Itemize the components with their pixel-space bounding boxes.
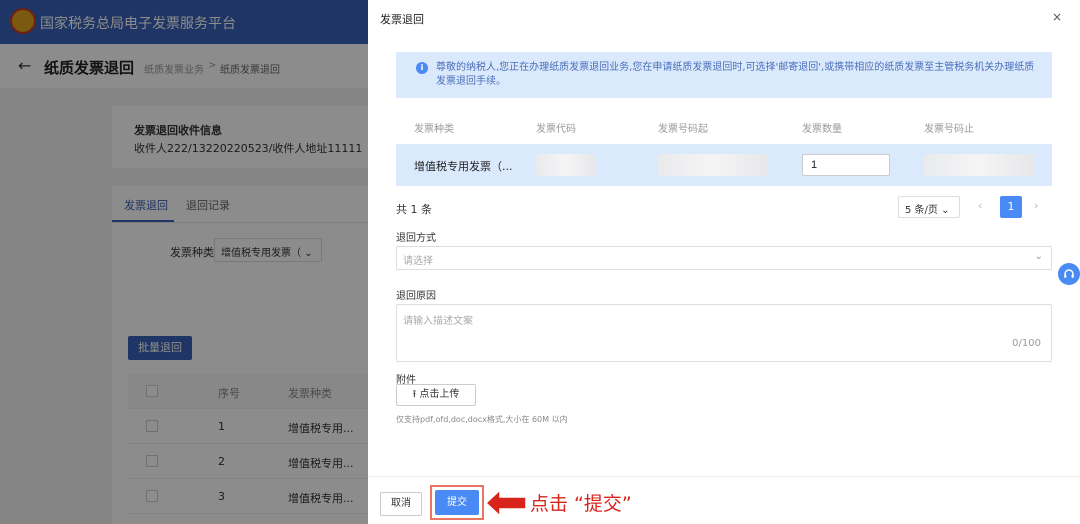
invoice-type-cell: 增值税专用发票（... (414, 160, 513, 173)
footer-divider (368, 476, 1080, 477)
modal-overlay[interactable] (0, 0, 368, 524)
prev-page-icon[interactable]: ‹ (978, 199, 982, 212)
page-number-current[interactable]: 1 (1000, 196, 1022, 218)
annotation-text: 点击 “提交” (530, 493, 632, 515)
notice-banner: i 尊敬的纳税人,您正在办理纸质发票退回业务,您在申请纸质发票退回时,可选择'邮… (396, 52, 1052, 98)
invoice-code-redacted (536, 154, 596, 176)
annotation-arrow-icon (484, 488, 527, 518)
headset-icon[interactable] (1058, 263, 1080, 285)
info-icon: i (416, 62, 428, 74)
chevron-down-icon: ⌄ (941, 205, 950, 216)
notice-text: 尊敬的纳税人,您正在办理纸质发票退回业务,您在申请纸质发票退回时,可选择'邮寄退… (436, 62, 1035, 87)
invoice-number-start-redacted (658, 154, 768, 176)
page-size-select[interactable]: 5 条/页 ⌄ (898, 196, 960, 218)
invoice-table-row: 增值税专用发票（... (396, 144, 1052, 186)
invoice-table: 发票种类 发票代码 发票号码起 发票数量 发票号码止 增值税专用发票（... (396, 108, 1052, 186)
invoice-table-header: 发票种类 发票代码 发票号码起 发票数量 发票号码止 (396, 108, 1052, 144)
char-counter: 0/100 (1012, 338, 1041, 349)
upload-button[interactable]: ⭱ 点击上传 (396, 384, 476, 406)
column-header-type: 发票种类 (414, 124, 454, 135)
return-method-label: 退回方式 (396, 233, 436, 244)
total-count: 共 1 条 (396, 203, 432, 216)
cancel-button[interactable]: 取消 (380, 492, 422, 516)
invoice-return-drawer: 发票退回 × i 尊敬的纳税人,您正在办理纸质发票退回业务,您在申请纸质发票退回… (368, 0, 1080, 524)
attachment-hint: 仅支持pdf,ofd,doc,docx格式,大小在 60M 以内 (396, 415, 568, 424)
submit-button[interactable]: 提交 (435, 490, 479, 515)
upload-button-label: 点击上传 (419, 389, 460, 400)
column-header-code: 发票代码 (536, 124, 576, 135)
column-header-number-start: 发票号码起 (658, 124, 708, 135)
return-reason-textarea[interactable]: 请输入描述文案 0/100 (396, 304, 1052, 362)
return-method-placeholder: 请选择 (403, 256, 433, 267)
quantity-input[interactable] (802, 154, 890, 176)
close-icon[interactable]: × (1052, 10, 1062, 24)
upload-icon: ⭱ (412, 389, 417, 400)
invoice-number-end-redacted (924, 154, 1034, 176)
return-method-select[interactable]: 请选择 ⌄ (396, 246, 1052, 270)
chevron-down-icon: ⌄ (1034, 251, 1043, 262)
column-header-quantity: 发票数量 (802, 124, 842, 135)
return-reason-placeholder: 请输入描述文案 (403, 316, 473, 327)
page-size-value: 5 条/页 (905, 205, 938, 216)
column-header-number-end: 发票号码止 (924, 124, 974, 135)
next-page-icon[interactable]: › (1034, 199, 1038, 212)
drawer-title: 发票退回 (380, 13, 424, 26)
return-reason-label: 退回原因 (396, 291, 436, 302)
